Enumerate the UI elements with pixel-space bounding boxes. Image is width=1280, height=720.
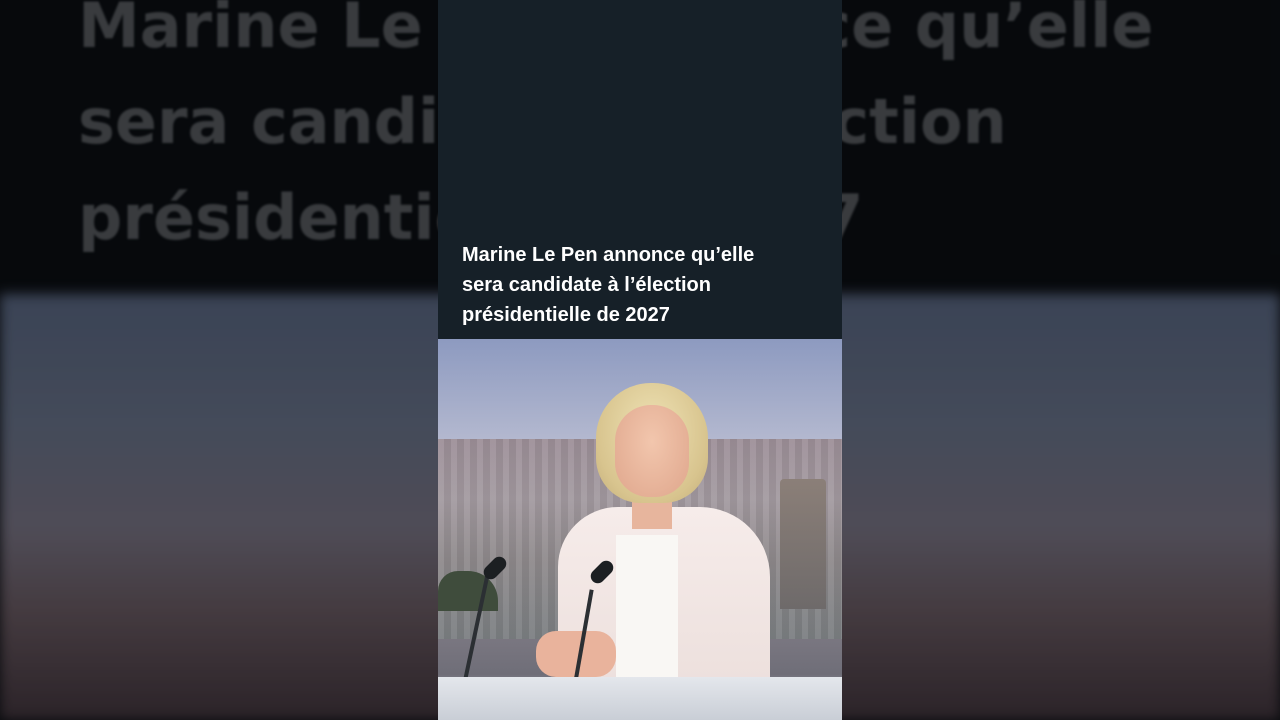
headline-line: sera candidate à l’élection (462, 274, 711, 296)
video-frame[interactable]: Marine Le Pen annonce qu’elle sera candi… (438, 0, 842, 720)
news-photo (438, 339, 842, 720)
video-headline: Marine Le Pen annonce qu’elle sera candi… (462, 240, 822, 330)
photo-desk (438, 677, 842, 720)
headline-line: présidentielle de 2027 (462, 304, 670, 326)
person-top (616, 535, 678, 685)
headline-panel: Marine Le Pen annonce qu’elle sera candi… (438, 0, 842, 339)
photo-monument (780, 479, 826, 609)
headline-line: Marine Le Pen annonce qu’elle (462, 244, 755, 266)
person-face (615, 405, 689, 497)
